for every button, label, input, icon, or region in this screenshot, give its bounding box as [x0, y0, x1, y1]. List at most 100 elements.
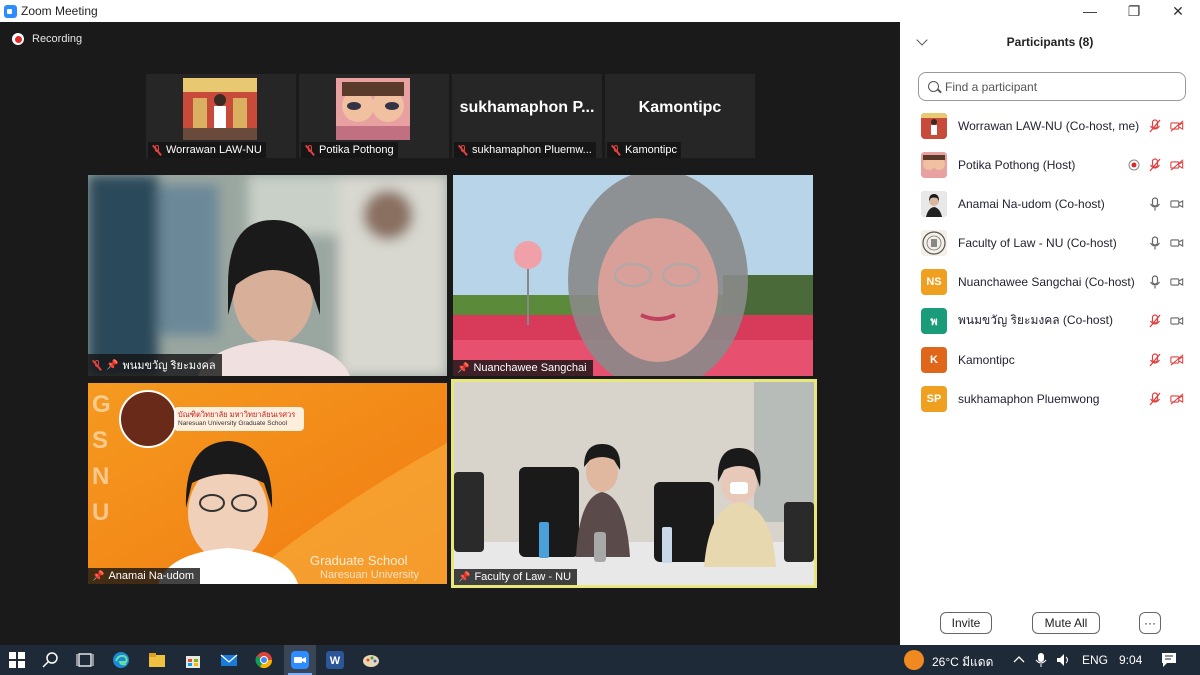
window-title: Zoom Meeting [21, 4, 98, 18]
more-options-button[interactable]: ··· [1139, 612, 1161, 634]
participant-name-label: 📌 Faculty of Law - NU [454, 569, 578, 585]
avatar: SP [921, 385, 947, 412]
video-tile[interactable]: 📌 Nuanchawee Sangchai [453, 175, 813, 376]
clock-time[interactable]: 9:04 [1119, 653, 1142, 667]
search-icon [928, 81, 939, 92]
weather-text[interactable]: 26°C มีแดด [932, 653, 993, 672]
mic-muted-icon[interactable] [1148, 118, 1162, 133]
participant-name: Kamontipc [958, 352, 1015, 367]
weather-icon[interactable] [904, 650, 924, 670]
participant-row[interactable]: SP sukhamaphon Pluemwong [900, 379, 1200, 418]
mic-icon[interactable] [1148, 235, 1162, 250]
participant-row[interactable]: NS Nuanchawee Sangchai (Co-host) [900, 262, 1200, 301]
microphone-icon[interactable] [1034, 652, 1048, 668]
thumbnail-video[interactable]: sukhamaphon P... sukhamaphon Pluemw... [452, 74, 602, 158]
participant-name: Anamai Na-udom (Co-host) [958, 196, 1105, 211]
participant-row[interactable]: Worrawan LAW-NU (Co-host, me) [900, 106, 1200, 145]
word-icon[interactable]: W [326, 651, 344, 669]
muted-mic-icon [152, 144, 162, 156]
mic-icon[interactable] [1148, 274, 1162, 289]
bg-letter: S [92, 427, 109, 454]
participant-name: Kamontipc [625, 144, 677, 156]
participant-row[interactable]: K Kamontipc [900, 340, 1200, 379]
video-icon[interactable] [1170, 275, 1184, 289]
pin-icon: 📌 [92, 570, 105, 582]
chevron-up-icon[interactable] [1012, 653, 1026, 667]
participant-photo [183, 78, 257, 140]
participant-row[interactable]: Anamai Na-udom (Co-host) [900, 184, 1200, 223]
task-view-icon[interactable] [76, 651, 94, 669]
close-button[interactable]: ✕ [1156, 0, 1200, 22]
participant-name: Potika Pothong (Host) [958, 157, 1076, 172]
video-off-icon[interactable] [1170, 353, 1184, 367]
video-icon[interactable] [1170, 236, 1184, 250]
participant-photo [921, 112, 947, 139]
participant-photo [921, 151, 947, 178]
mute-all-button[interactable]: Mute All [1032, 612, 1100, 634]
minimize-button[interactable]: — [1068, 0, 1112, 22]
participant-name: Nuanchawee Sangchai [473, 362, 587, 374]
title-bar: Zoom Meeting — ❐ ✕ [0, 0, 1200, 22]
thumbnail-video[interactable]: Kamontipc Kamontipc [605, 74, 755, 158]
bg-letter: N [92, 463, 110, 490]
mail-icon[interactable] [220, 651, 238, 669]
participant-name: Worrawan LAW-NU (Co-host, me) [958, 118, 1140, 133]
participant-name: Potika Pothong [319, 144, 394, 156]
input-language[interactable]: ENG [1082, 653, 1108, 667]
avatar: NS [921, 268, 947, 295]
store-icon[interactable] [184, 651, 202, 669]
thumbnail-video[interactable]: Potika Pothong [299, 74, 449, 158]
participant-name-label: 📌 Nuanchawee Sangchai [453, 360, 593, 376]
volume-icon[interactable] [1056, 653, 1072, 667]
mic-muted-icon[interactable] [1148, 352, 1162, 367]
search-input[interactable] [945, 79, 1175, 94]
participant-name-label: 📌 พนมขวัญ ริยะมงคล [88, 354, 222, 376]
participant-name: พนมขวัญ ริยะมงคล (Co-host) [958, 313, 1113, 327]
mic-muted-icon[interactable] [1148, 391, 1162, 406]
participant-name: Anamai Na-udom [108, 570, 195, 582]
bg-letter: U [92, 499, 110, 526]
recording-indicator[interactable]: Recording [12, 33, 82, 45]
participant-name: sukhamaphon Pluemw... [472, 144, 592, 156]
recording-icon [1128, 159, 1140, 170]
muted-mic-icon [305, 144, 315, 156]
pin-icon: 📌 [457, 362, 470, 374]
video-tile[interactable]: G S N U บัณฑิตวิทยาลัย มหาวิทยาลัยนเรศวร… [88, 383, 447, 584]
participant-name: Worrawan LAW-NU [166, 144, 262, 156]
zoom-app-icon [4, 4, 17, 18]
participant-search[interactable] [918, 72, 1186, 101]
zoom-icon[interactable] [291, 651, 309, 669]
avatar: K [921, 346, 947, 373]
video-icon[interactable] [1170, 314, 1184, 328]
participants-panel: Participants (8) Worrawan LAW-NU (Co-hos… [900, 22, 1200, 645]
invite-button[interactable]: Invite [940, 612, 992, 634]
chrome-icon[interactable] [255, 651, 273, 669]
video-off-icon[interactable] [1170, 392, 1184, 406]
mic-muted-icon[interactable] [1148, 313, 1162, 328]
participant-row[interactable]: Potika Pothong (Host) [900, 145, 1200, 184]
participant-video [453, 175, 813, 376]
participant-row[interactable]: Faculty of Law - NU (Co-host) [900, 223, 1200, 262]
thumbnail-video[interactable]: Worrawan LAW-NU [146, 74, 296, 158]
restore-button[interactable]: ❐ [1112, 0, 1156, 22]
video-off-icon[interactable] [1170, 158, 1184, 172]
video-off-icon[interactable] [1170, 119, 1184, 133]
file-explorer-icon[interactable] [148, 651, 166, 669]
video-tile-active-speaker[interactable]: 📌 Faculty of Law - NU [451, 379, 817, 588]
windows-start-icon[interactable] [8, 651, 26, 669]
participant-name-label: sukhamaphon Pluemw... [454, 142, 596, 158]
mic-muted-icon[interactable] [1148, 157, 1162, 172]
edge-icon[interactable] [112, 651, 130, 669]
paint-icon[interactable] [362, 651, 380, 669]
graduate-school-watermark: Graduate School [310, 553, 408, 568]
search-icon[interactable] [42, 651, 60, 669]
pin-icon: 📌 [106, 359, 119, 371]
avatar [921, 151, 947, 178]
notifications-icon[interactable] [1161, 652, 1177, 668]
video-tile[interactable]: 📌 พนมขวัญ ริยะมงคล [88, 175, 447, 376]
participant-name-label: Kamontipc [607, 142, 681, 158]
avatar: พ [921, 307, 947, 334]
participant-row[interactable]: พ พนมขวัญ ริยะมงคล (Co-host) [900, 301, 1200, 340]
mic-icon[interactable] [1148, 196, 1162, 211]
video-icon[interactable] [1170, 197, 1184, 211]
